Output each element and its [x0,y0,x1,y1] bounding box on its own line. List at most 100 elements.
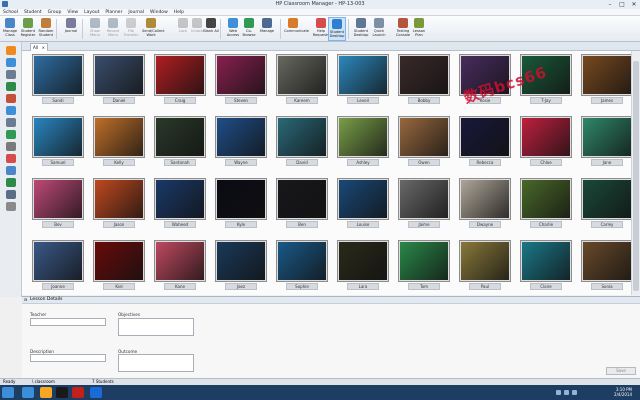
student-tile[interactable]: Rebecca [459,116,511,169]
taskbar-app-icon[interactable] [2,387,14,398]
tab-close-icon[interactable]: × [42,44,45,51]
ribbon-manage-button[interactable]: Manage [258,17,276,41]
student-desktop-thumbnail[interactable] [154,178,206,220]
student-desktop-thumbnail[interactable] [154,54,206,96]
sidebar-tool-icon[interactable] [6,130,16,139]
menu-school[interactable]: School [0,9,21,16]
student-desktop-thumbnail[interactable] [215,240,267,282]
student-desktop-thumbnail[interactable] [337,178,389,220]
student-desktop-thumbnail[interactable] [276,116,328,158]
taskbar-app-icon[interactable] [40,387,52,398]
student-desktop-thumbnail[interactable] [459,240,511,282]
menu-window[interactable]: Window [147,9,171,16]
student-desktop-thumbnail[interactable] [93,240,145,282]
menu-help[interactable]: Help [171,9,187,16]
student-desktop-thumbnail[interactable] [32,54,84,96]
student-desktop-thumbnail[interactable] [215,116,267,158]
student-desktop-thumbnail[interactable] [398,178,450,220]
taskbar-app-icon[interactable] [72,387,84,398]
ribbon-manage-class-button[interactable]: Manage Class [1,17,19,41]
sidebar-tool-icon[interactable] [6,178,16,187]
maximize-button[interactable]: □ [616,0,628,9]
student-tile[interactable]: Jane [581,116,633,169]
student-tile[interactable]: Paul [459,240,511,293]
sidebar-tool-icon[interactable] [6,70,16,79]
student-desktop-thumbnail[interactable] [520,240,572,282]
menu-group[interactable]: Group [45,9,65,16]
menu-student[interactable]: Student [21,9,45,16]
collapse-icon[interactable]: ⊟ [24,297,27,303]
sidebar-tool-icon[interactable] [6,202,16,211]
scrollbar-thumb[interactable] [633,61,639,291]
student-tile[interactable]: James [581,54,633,107]
student-tile[interactable]: Kyle [215,178,267,231]
ribbon-student-desktop-button[interactable]: Student Desktop [328,17,346,41]
student-tile[interactable]: Daniel [93,54,145,107]
student-desktop-thumbnail[interactable] [93,54,145,96]
student-tile[interactable]: Samuel [32,116,84,169]
student-tile[interactable]: Sandi [32,54,84,107]
student-desktop-thumbnail[interactable] [32,116,84,158]
student-tile[interactable]: Kane [154,240,206,293]
ribbon-send-collect-work-button[interactable]: Send/Collect Work [142,17,165,41]
student-tile[interactable]: Jaime [398,178,450,231]
ribbon-random-student-button[interactable]: Random Student [37,17,55,41]
menu-layout[interactable]: Layout [81,9,102,16]
student-desktop-thumbnail[interactable] [154,116,206,158]
student-desktop-thumbnail[interactable] [337,240,389,282]
student-tile[interactable]: Chloe [520,116,572,169]
ribbon-quick-launch-button[interactable]: Quick Launch [370,17,388,41]
sidebar-tool-icon[interactable] [6,58,16,67]
student-desktop-thumbnail[interactable] [459,178,511,220]
student-tile[interactable]: Sophie [276,240,328,293]
outcome-field[interactable] [118,354,194,372]
student-desktop-thumbnail[interactable] [581,54,633,96]
student-desktop-thumbnail[interactable] [215,54,267,96]
sidebar-tool-icon[interactable] [6,190,16,199]
student-tile[interactable]: Steven [215,54,267,107]
taskbar-clock[interactable]: 3:10 PM 2/4/2014 [614,387,632,397]
student-desktop-thumbnail[interactable] [459,116,511,158]
student-desktop-thumbnail[interactable] [32,240,84,282]
student-tile[interactable]: Sonia [581,240,633,293]
tray-icon[interactable] [564,390,569,395]
student-tile[interactable]: Jaez [215,240,267,293]
student-desktop-thumbnail[interactable] [398,116,450,158]
student-tile[interactable]: Owen [398,116,450,169]
student-desktop-thumbnail[interactable] [337,54,389,96]
student-desktop-thumbnail[interactable] [581,116,633,158]
student-desktop-thumbnail[interactable] [581,240,633,282]
student-desktop-thumbnail[interactable] [276,178,328,220]
sidebar-tool-icon[interactable] [6,106,16,115]
sidebar-tool-icon[interactable] [6,82,16,91]
student-desktop-thumbnail[interactable] [581,178,633,220]
grid-scrollbar[interactable] [631,51,640,295]
student-tile[interactable]: Lara [337,240,389,293]
student-desktop-thumbnail[interactable] [520,178,572,220]
student-tile[interactable]: Kareem [276,54,328,107]
sidebar-tool-icon[interactable] [6,46,16,55]
menu-view[interactable]: View [64,9,81,16]
student-desktop-thumbnail[interactable] [337,116,389,158]
student-desktop-thumbnail[interactable] [93,116,145,158]
description-field[interactable] [30,354,106,362]
student-tile[interactable]: Ben [276,178,328,231]
sidebar-tool-icon[interactable] [6,94,16,103]
ribbon-blank-all-button[interactable]: Blank All [202,17,220,41]
student-desktop-thumbnail[interactable] [276,240,328,282]
ribbon-communicate-button[interactable]: Communicate [284,17,309,41]
student-desktop-thumbnail[interactable] [398,240,450,282]
tray-icon[interactable] [556,390,561,395]
taskbar-app-icon[interactable] [22,387,34,398]
student-tile[interactable]: Craig [154,54,206,107]
student-tile[interactable]: Leveil [337,54,389,107]
taskbar-app-icon[interactable] [90,387,102,398]
close-button[interactable]: ✕ [628,0,640,9]
student-desktop-thumbnail[interactable] [398,54,450,96]
student-tile[interactable]: Kelly [93,116,145,169]
student-tile[interactable]: Santonah [154,116,206,169]
ribbon-student-register-button[interactable]: Student Register [19,17,37,41]
student-desktop-thumbnail[interactable] [32,178,84,220]
save-button[interactable]: Save [606,367,636,375]
student-tile[interactable]: Wayne [215,116,267,169]
